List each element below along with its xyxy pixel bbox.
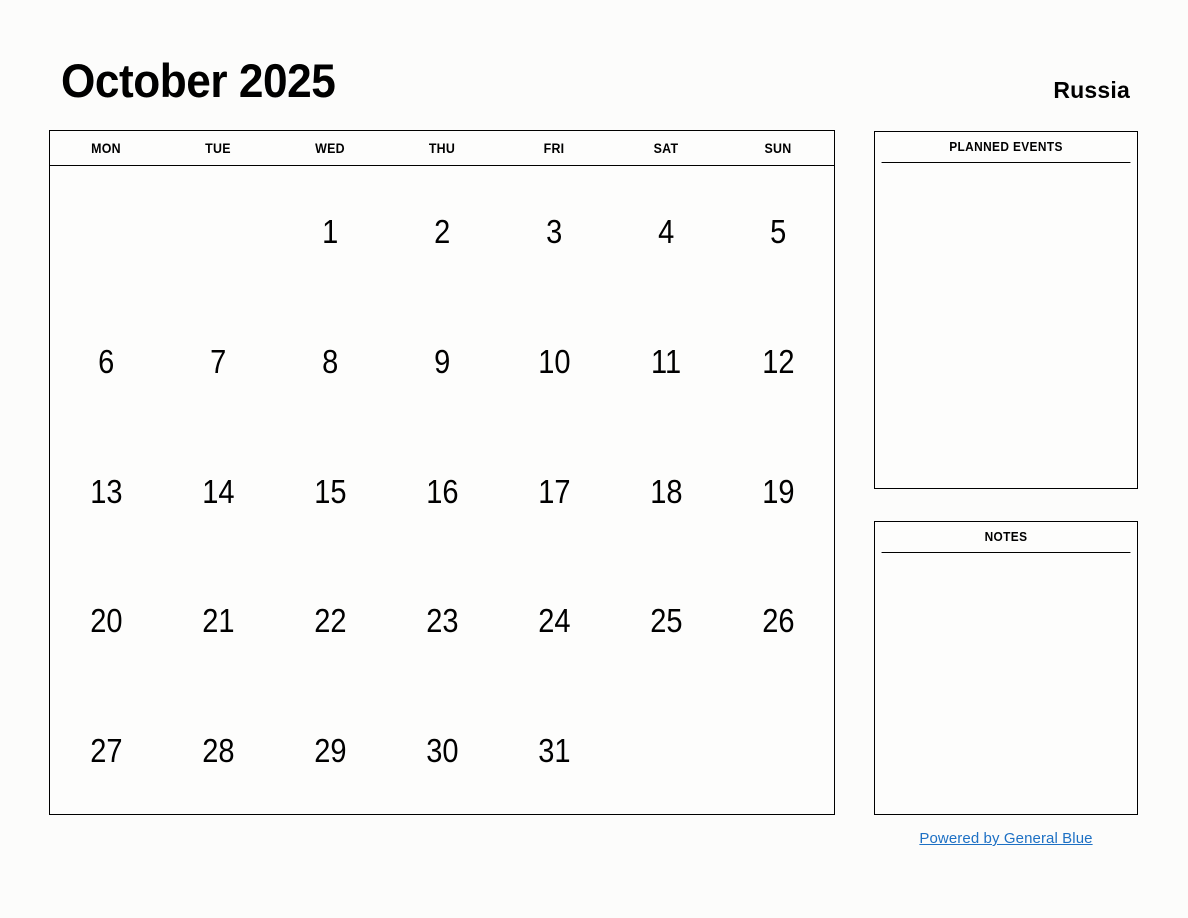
day-number: 26 — [761, 602, 795, 640]
day-cell[interactable]: 3 — [498, 166, 610, 295]
day-number: 20 — [89, 602, 123, 640]
weekday-header-wed: WED — [315, 140, 345, 156]
day-number: 15 — [313, 472, 347, 510]
day-cell[interactable]: 16 — [386, 425, 498, 554]
week-row: 1 2 3 4 5 — [50, 166, 834, 295]
day-number: 10 — [537, 343, 571, 381]
day-cell[interactable]: 28 — [162, 684, 274, 813]
day-cell[interactable]: 21 — [162, 554, 274, 683]
day-cell[interactable]: 26 — [722, 554, 834, 683]
day-cell[interactable]: 9 — [386, 295, 498, 424]
day-cell[interactable]: 7 — [162, 295, 274, 424]
day-cell[interactable]: 5 — [722, 166, 834, 295]
day-number: 27 — [89, 731, 123, 769]
day-number: 21 — [201, 602, 235, 640]
day-number: 25 — [649, 602, 683, 640]
weekday-header-sun: SUN — [764, 140, 792, 156]
calendar-page: October 2025 Russia MON TUE WED THU FRI … — [0, 0, 1188, 918]
weekday-header-thu: THU — [428, 140, 456, 156]
day-cell[interactable] — [610, 684, 722, 813]
page-header: October 2025 Russia — [0, 0, 1188, 128]
week-row: 13 14 15 16 17 18 19 — [50, 425, 834, 554]
page-title: October 2025 — [61, 54, 336, 107]
weekday-header-sat: SAT — [653, 140, 679, 156]
day-number: 18 — [649, 472, 683, 510]
day-cell[interactable]: 20 — [50, 554, 162, 683]
day-number: 23 — [425, 602, 459, 640]
week-row: 6 7 8 9 10 11 12 — [50, 295, 834, 424]
day-cell[interactable]: 8 — [274, 295, 386, 424]
day-number: 7 — [209, 343, 227, 381]
day-cell[interactable] — [722, 684, 834, 813]
notes-title: NOTES — [881, 522, 1131, 553]
day-cell[interactable]: 13 — [50, 425, 162, 554]
day-cell[interactable]: 10 — [498, 295, 610, 424]
calendar-weeks: 1 2 3 4 5 6 7 8 9 10 11 12 13 14 15 16 1… — [50, 166, 834, 814]
day-number: 17 — [537, 472, 571, 510]
powered-by-link[interactable]: Powered by General Blue — [919, 830, 1092, 847]
week-row: 20 21 22 23 24 25 26 — [50, 554, 834, 683]
day-cell[interactable]: 30 — [386, 684, 498, 813]
day-cell[interactable]: 29 — [274, 684, 386, 813]
day-cell[interactable]: 31 — [498, 684, 610, 813]
day-cell[interactable]: 22 — [274, 554, 386, 683]
day-cell[interactable]: 12 — [722, 295, 834, 424]
day-number: 13 — [89, 472, 123, 510]
day-number: 19 — [761, 472, 795, 510]
day-number: 8 — [321, 343, 339, 381]
day-cell[interactable]: 14 — [162, 425, 274, 554]
weekday-header-fri: FRI — [543, 140, 565, 156]
planned-events-panel: PLANNED EVENTS — [874, 131, 1138, 489]
notes-panel: NOTES — [874, 521, 1138, 815]
day-cell[interactable]: 25 — [610, 554, 722, 683]
day-cell[interactable]: 18 — [610, 425, 722, 554]
day-number: 30 — [425, 731, 459, 769]
page-footer: Powered by General Blue — [874, 830, 1138, 848]
day-number: 28 — [201, 731, 235, 769]
day-cell[interactable]: 11 — [610, 295, 722, 424]
day-number: 1 — [321, 213, 339, 250]
country-label: Russia — [1053, 77, 1130, 103]
day-number: 4 — [657, 213, 675, 250]
day-cell[interactable]: 17 — [498, 425, 610, 554]
day-number: 6 — [97, 343, 115, 381]
day-cell[interactable]: 1 — [274, 166, 386, 295]
day-number: 24 — [537, 602, 571, 640]
weekday-header-mon: MON — [91, 140, 121, 156]
day-cell[interactable] — [50, 166, 162, 295]
planned-events-title: PLANNED EVENTS — [881, 132, 1131, 163]
day-number: 12 — [761, 343, 795, 381]
day-number: 5 — [769, 213, 787, 250]
week-row: 27 28 29 30 31 — [50, 684, 834, 813]
day-cell[interactable]: 23 — [386, 554, 498, 683]
calendar-grid: MON TUE WED THU FRI SAT SUN 1 2 3 4 5 6 … — [49, 130, 835, 815]
weekday-header-tue: TUE — [205, 140, 231, 156]
day-cell[interactable]: 27 — [50, 684, 162, 813]
day-number: 22 — [313, 602, 347, 640]
day-number: 29 — [313, 731, 347, 769]
day-number: 31 — [537, 731, 571, 769]
day-cell[interactable]: 19 — [722, 425, 834, 554]
weekday-header-row: MON TUE WED THU FRI SAT SUN — [50, 131, 834, 166]
day-cell[interactable]: 6 — [50, 295, 162, 424]
day-cell[interactable] — [162, 166, 274, 295]
day-number: 9 — [433, 343, 451, 381]
day-cell[interactable]: 4 — [610, 166, 722, 295]
day-number: 14 — [201, 472, 235, 510]
day-cell[interactable]: 24 — [498, 554, 610, 683]
day-cell[interactable]: 15 — [274, 425, 386, 554]
day-number: 3 — [545, 213, 563, 250]
day-cell[interactable]: 2 — [386, 166, 498, 295]
day-number: 2 — [433, 213, 451, 250]
day-number: 16 — [425, 472, 459, 510]
day-number: 11 — [650, 343, 682, 381]
